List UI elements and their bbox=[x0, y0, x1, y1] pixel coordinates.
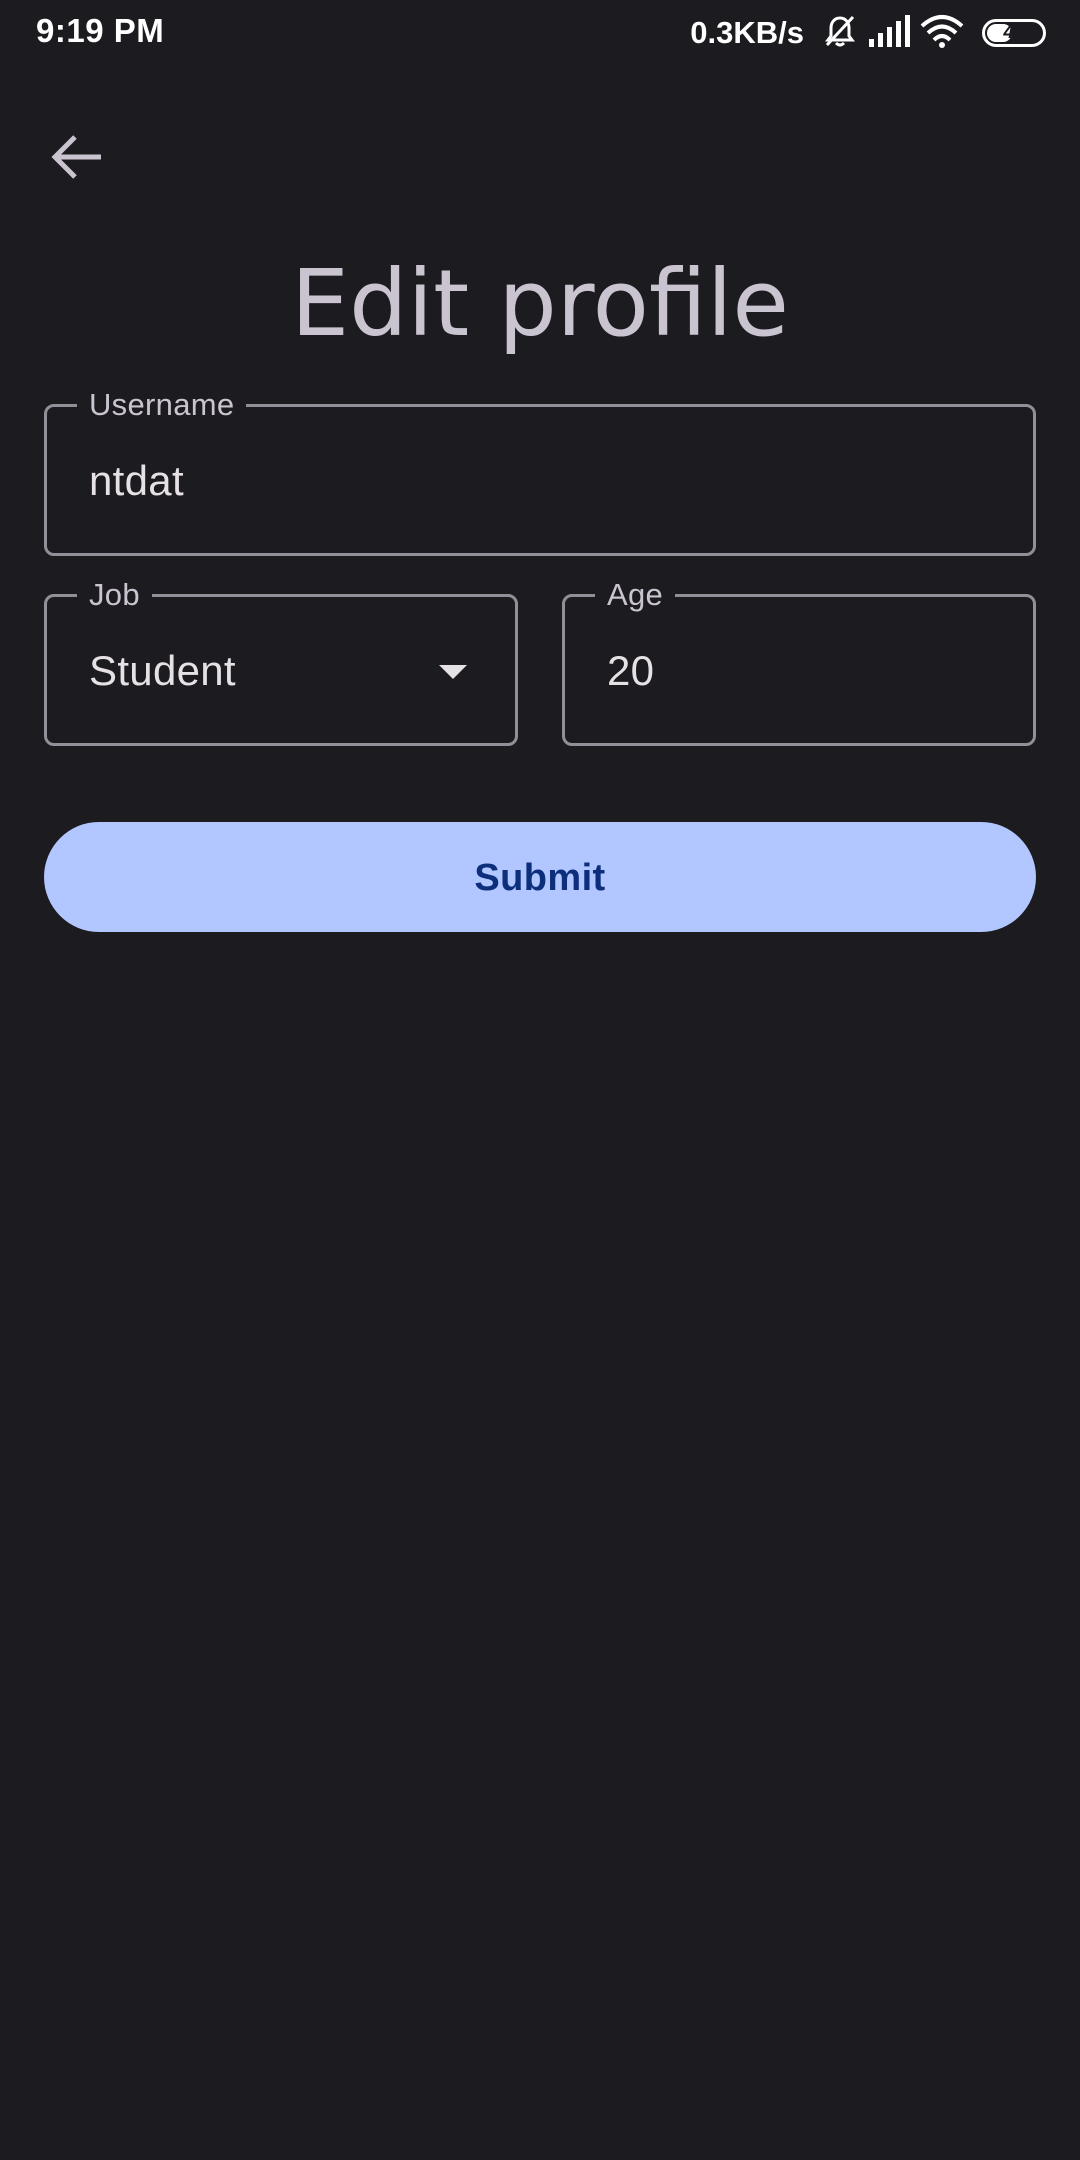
battery-level: 49 bbox=[1003, 22, 1025, 43]
age-label: Age bbox=[595, 575, 676, 615]
status-time: 9:19 PM bbox=[36, 12, 165, 49]
age-field[interactable]: Age 20 bbox=[562, 575, 1036, 746]
wifi-icon bbox=[920, 14, 964, 53]
username-label: Username bbox=[77, 385, 247, 425]
bell-muted-icon bbox=[822, 13, 858, 54]
job-value[interactable]: Student bbox=[89, 647, 236, 695]
network-speed: 0.3KB/s bbox=[690, 15, 804, 50]
username-value[interactable]: ntdat bbox=[89, 457, 184, 505]
battery-icon: 49 bbox=[982, 19, 1046, 47]
status-bar: 9:19 PM 0.3KB/s 49 bbox=[0, 0, 1080, 66]
username-field[interactable]: Username ntdat bbox=[44, 385, 1036, 556]
dropdown-arrow-icon[interactable] bbox=[439, 665, 467, 679]
back-button[interactable] bbox=[42, 122, 112, 192]
job-dropdown[interactable]: Job Student bbox=[44, 575, 518, 746]
arrow-back-icon bbox=[51, 135, 101, 179]
page-title: Edit profile bbox=[290, 250, 789, 357]
signal-icon bbox=[868, 14, 910, 52]
edit-profile-screen: 9:19 PM 0.3KB/s 49 Edit profile Username… bbox=[0, 0, 1080, 2160]
age-value[interactable]: 20 bbox=[607, 647, 654, 695]
job-label: Job bbox=[77, 575, 152, 615]
status-icons: 0.3KB/s 49 bbox=[690, 12, 1046, 54]
submit-button[interactable]: Submit bbox=[44, 822, 1036, 932]
